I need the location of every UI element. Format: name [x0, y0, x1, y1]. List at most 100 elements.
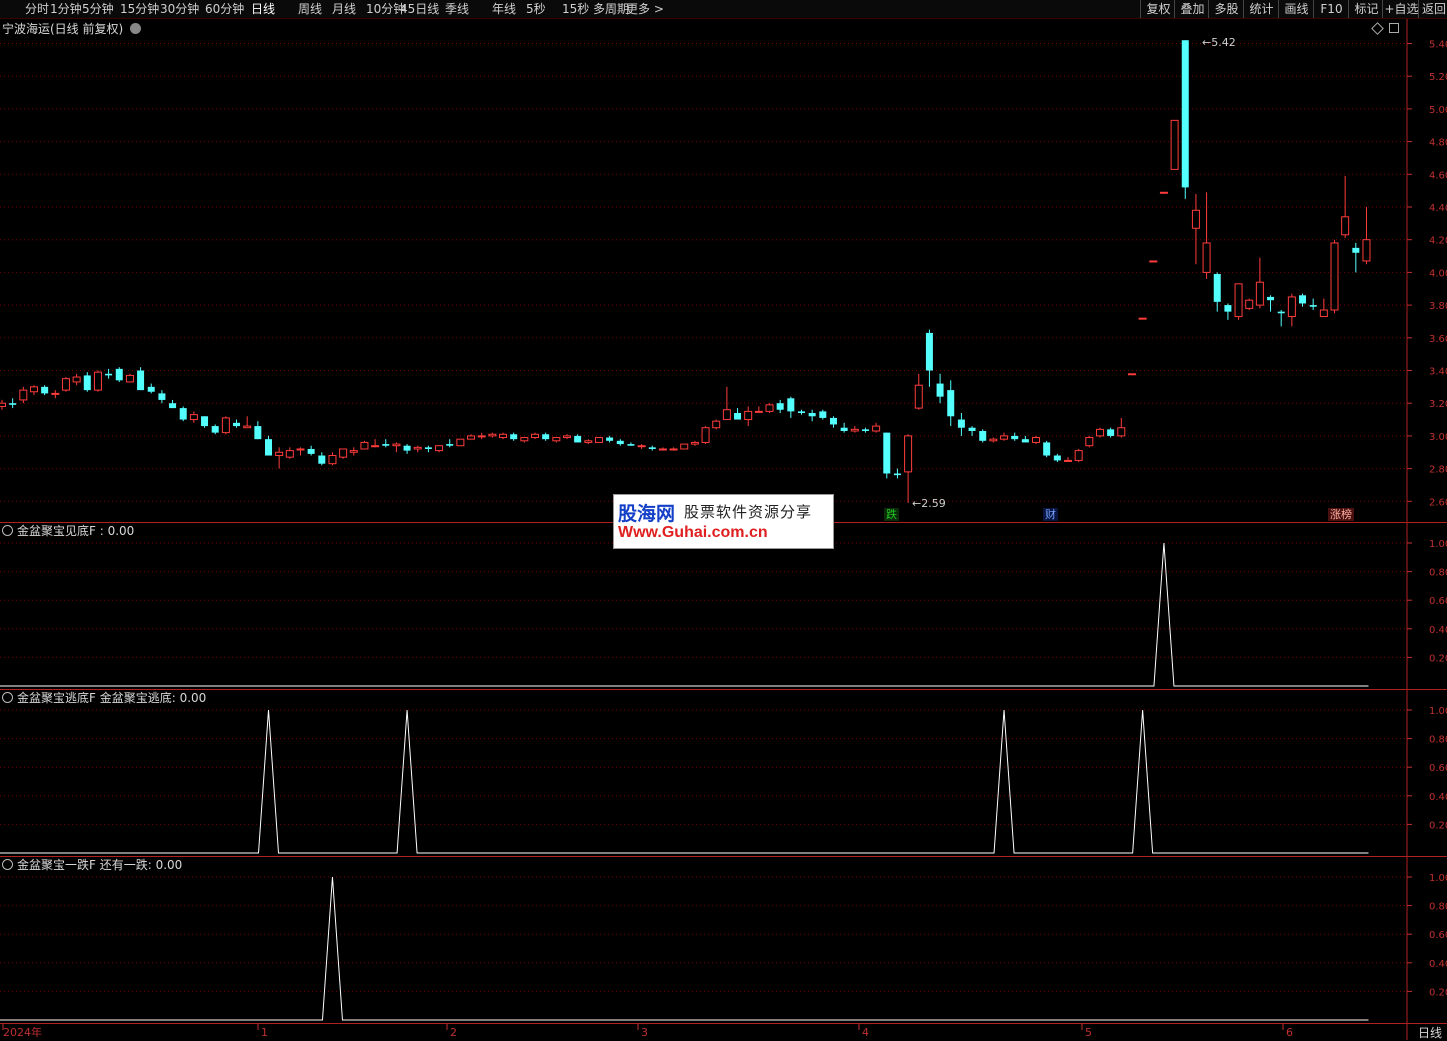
chevron-down-icon[interactable] — [2, 692, 13, 703]
candle-body — [499, 433, 508, 439]
candle-body — [776, 403, 784, 410]
candle-body — [1267, 296, 1275, 301]
candle-body — [744, 410, 753, 421]
candle-body — [1095, 428, 1104, 437]
candle-body — [19, 389, 28, 401]
chevron-down-icon[interactable] — [2, 525, 13, 536]
candle-body — [477, 435, 486, 438]
indicator-tick-label: 0.20 — [1429, 820, 1447, 831]
candle-body — [552, 437, 561, 442]
signal-line — [0, 876, 1369, 1021]
indicator-tick-label: 0.40 — [1429, 625, 1447, 636]
candle-body — [1032, 437, 1041, 443]
indicator-tick-label: 1.00 — [1429, 873, 1447, 884]
candle-body — [968, 427, 976, 431]
candle-body — [669, 448, 678, 451]
watermark-url: Www.Guhai.com.cn — [618, 524, 768, 541]
candle-body — [1170, 119, 1179, 170]
indicator-3-title: 金盆聚宝一跌F 还有一跌: 0.00 — [2, 857, 182, 873]
candle-body — [41, 386, 49, 394]
candle-body — [734, 413, 742, 420]
candle-body — [137, 370, 145, 391]
candle-body — [947, 390, 955, 417]
candle-body — [435, 445, 444, 452]
low-price-label: ←2.59 — [912, 497, 946, 510]
candle-body — [233, 422, 241, 427]
bottom-period-label[interactable]: 日线 — [1418, 1024, 1442, 1041]
price-tick-label: 4.80 — [1429, 138, 1447, 149]
candle-body — [29, 386, 38, 393]
candle-body — [1255, 281, 1264, 306]
tag-cai[interactable]: 财 — [1043, 508, 1058, 521]
candle-body — [360, 441, 369, 450]
chevron-down-icon[interactable] — [2, 859, 13, 870]
candle-body — [1085, 437, 1094, 447]
candle-body — [787, 398, 795, 412]
candle-body — [147, 386, 155, 392]
watermark-banner: 股海网 股票软件资源分享 Www.Guhai.com.cn — [613, 494, 834, 549]
candle-body — [93, 371, 102, 391]
candle-body — [1074, 450, 1083, 461]
candle-body — [1149, 260, 1158, 263]
candle-body — [243, 425, 252, 429]
candle-body — [125, 374, 134, 383]
price-tick-label: 3.60 — [1429, 334, 1447, 345]
price-tick-label: 3.80 — [1429, 301, 1447, 312]
candle-body — [637, 445, 646, 448]
candle-body — [285, 450, 294, 458]
candle-body — [1181, 40, 1189, 188]
candle-body — [189, 414, 198, 421]
candle-body — [371, 445, 380, 448]
candle-body — [83, 375, 91, 391]
candle-body — [914, 384, 923, 409]
candle-body — [424, 447, 432, 449]
candle-body — [1011, 435, 1019, 440]
candle-body — [520, 437, 529, 442]
candle-body — [61, 378, 70, 391]
indicator-2-title: 金盆聚宝逃底F 金盆聚宝逃底: 0.00 — [2, 690, 206, 706]
candle-body — [296, 448, 305, 451]
indicator-tick-label: 0.60 — [1429, 930, 1447, 941]
candle-body — [382, 444, 390, 446]
candle-body — [754, 410, 763, 413]
signal-line — [0, 709, 1369, 854]
price-tick-label: 5.20 — [1429, 72, 1447, 83]
candle-body — [893, 473, 901, 476]
price-tick-label: 3.00 — [1429, 432, 1447, 443]
candle-body — [1277, 311, 1285, 314]
tag-zhangbang[interactable]: 涨榜 — [1328, 508, 1354, 521]
candle-body — [1213, 274, 1221, 302]
candle-body — [1000, 435, 1009, 440]
indicator-tick-label: 0.20 — [1429, 653, 1447, 664]
x-axis-label: 2024年 — [3, 1025, 42, 1039]
candle-body — [72, 376, 81, 383]
candle-body — [798, 411, 805, 414]
candle-body — [1234, 283, 1243, 318]
candle-body — [488, 433, 497, 437]
price-tick-label: 3.20 — [1429, 399, 1447, 410]
candle-body — [531, 433, 539, 439]
candle-body — [105, 373, 113, 376]
candle-body — [1191, 209, 1200, 229]
candle-body — [1127, 373, 1136, 376]
candle-body — [574, 435, 582, 443]
tag-die[interactable]: 跌 — [884, 508, 899, 521]
candle-body — [690, 441, 699, 445]
candle-body — [1021, 439, 1029, 443]
candle-body — [403, 445, 411, 451]
candle-body — [201, 416, 209, 427]
candle-body — [1287, 296, 1296, 318]
price-tick-label: 4.00 — [1429, 268, 1447, 279]
candle-body — [1362, 239, 1371, 262]
candle-body — [979, 430, 987, 441]
candle-body — [808, 413, 816, 417]
x-axis-label: 1 — [261, 1026, 268, 1039]
candle-body — [925, 332, 933, 371]
price-tick-label: 5.00 — [1429, 105, 1447, 116]
price-tick-label: 5.40 — [1429, 40, 1447, 51]
candle-body — [562, 435, 571, 439]
candle-body — [765, 404, 774, 412]
candle-body — [936, 383, 944, 397]
x-axis-label: 2 — [450, 1026, 457, 1039]
indicator-1-title: 金盆聚宝见底F : 0.00 — [2, 523, 134, 539]
